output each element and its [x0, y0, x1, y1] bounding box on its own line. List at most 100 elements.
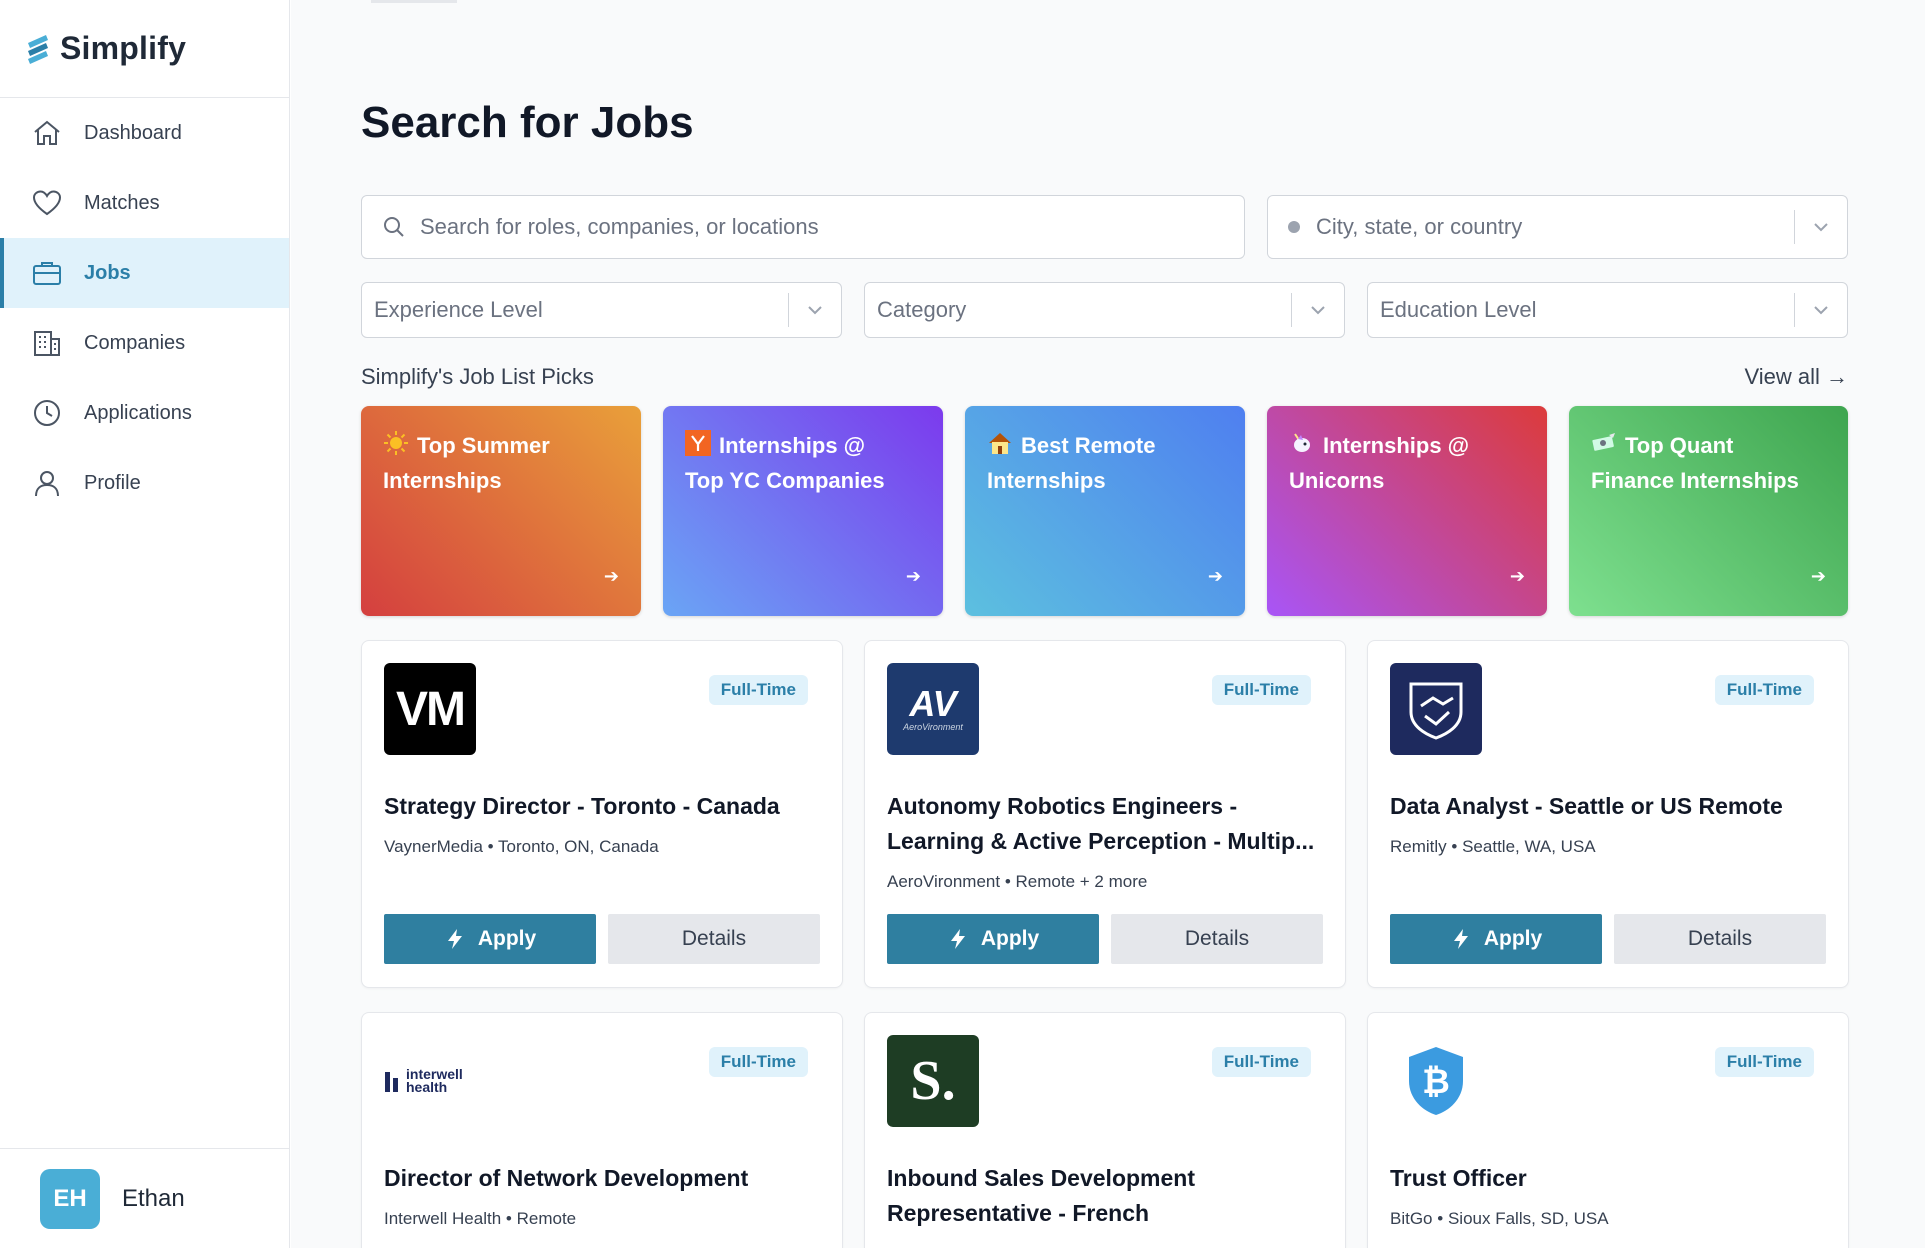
- unicorn-icon: [1289, 430, 1315, 456]
- clock-icon: [30, 396, 64, 430]
- aerovironment-logo: AV AeroVironment: [887, 663, 979, 755]
- employment-type-badge: Full-Time: [1211, 675, 1311, 705]
- pick-card-line1: Best Remote: [1021, 433, 1156, 458]
- details-button[interactable]: Details: [1111, 914, 1323, 964]
- sidebar-item-label: Profile: [84, 471, 141, 494]
- brand[interactable]: Simplify: [0, 0, 289, 98]
- apply-button[interactable]: Apply: [887, 914, 1099, 964]
- simplify-logo-icon: [28, 34, 48, 64]
- divider: [1794, 210, 1795, 244]
- sidebar-item-dashboard[interactable]: Dashboard: [0, 98, 289, 168]
- sidebar-item-applications[interactable]: Applications: [0, 378, 289, 448]
- job-meta: BitGo • Sioux Falls, SD, USA: [1390, 1209, 1609, 1229]
- remitly-logo: [1390, 663, 1482, 755]
- employment-type-badge: Full-Time: [1211, 1047, 1311, 1077]
- chevron-down-icon[interactable]: [1809, 215, 1833, 239]
- job-card[interactable]: S. Full-Time Inbound Sales Development R…: [864, 1012, 1346, 1248]
- building-icon: [30, 326, 64, 360]
- company-name: BitGo: [1390, 1209, 1433, 1228]
- apply-label: Apply: [980, 927, 1040, 950]
- top-tab-indicator: [371, 0, 457, 3]
- pick-card-unicorn-internships[interactable]: Internships @ Unicorns ➔: [1267, 406, 1547, 616]
- apply-label: Apply: [1483, 927, 1543, 950]
- pick-card-top-summer-internships[interactable]: Top Summer Internships ➔: [361, 406, 641, 616]
- job-title[interactable]: Data Analyst - Seattle or US Remote: [1390, 789, 1830, 824]
- company-name: AeroVironment: [887, 872, 1001, 891]
- home-icon: [30, 116, 64, 150]
- experience-level-select[interactable]: Experience Level: [361, 282, 842, 338]
- sidebar-item-jobs[interactable]: Jobs: [0, 238, 289, 308]
- meta-separator: •: [1437, 1209, 1448, 1228]
- sidebar-item-matches[interactable]: Matches: [0, 168, 289, 238]
- meta-separator: •: [505, 1209, 517, 1228]
- company-name: Remitly: [1390, 837, 1447, 856]
- briefcase-icon: [30, 256, 64, 290]
- job-title[interactable]: Trust Officer: [1390, 1161, 1830, 1196]
- apply-label: Apply: [477, 927, 537, 950]
- bitgo-logo: ₿: [1390, 1035, 1482, 1127]
- details-button[interactable]: Details: [608, 914, 820, 964]
- education-level-select[interactable]: Education Level: [1367, 282, 1848, 338]
- job-card[interactable]: AV AeroVironment Full-Time Autonomy Robo…: [864, 640, 1346, 988]
- logo-text: interwell health: [406, 1066, 463, 1095]
- location-field: [1267, 195, 1848, 259]
- svg-text:₿: ₿: [1422, 1062, 1450, 1102]
- vaynermedia-logo: VM: [384, 663, 476, 755]
- pick-card-line2: Internships: [383, 468, 502, 493]
- house-icon: [987, 430, 1013, 456]
- employment-type-badge: Full-Time: [708, 1047, 808, 1077]
- user-icon: [30, 466, 64, 500]
- job-card[interactable]: ₿ Full-Time Trust Officer BitGo • Sioux …: [1367, 1012, 1849, 1248]
- pick-card-yc-internships[interactable]: Internships @ Top YC Companies ➔: [663, 406, 943, 616]
- view-all-link[interactable]: View all →: [1744, 364, 1848, 390]
- job-title[interactable]: Director of Network Development: [384, 1161, 824, 1196]
- job-card[interactable]: VM Full-Time Strategy Director - Toronto…: [361, 640, 843, 988]
- category-select[interactable]: Category: [864, 282, 1345, 338]
- apply-button[interactable]: Apply: [1390, 914, 1602, 964]
- pick-card-line1: Internships @: [719, 433, 866, 458]
- pick-card-quant-internships[interactable]: Top Quant Finance Internships ➔: [1569, 406, 1848, 616]
- avatar: EH: [40, 1168, 100, 1229]
- pick-card-line2: Top YC Companies: [685, 468, 885, 493]
- details-button[interactable]: Details: [1614, 914, 1826, 964]
- chevron-down-icon: [803, 298, 827, 322]
- sidebar-item-companies[interactable]: Companies: [0, 308, 289, 378]
- job-location: Sioux Falls, SD, USA: [1447, 1209, 1609, 1228]
- job-meta: Remitly • Seattle, WA, USA: [1390, 837, 1596, 857]
- pick-card-line1: Internships @: [1323, 433, 1470, 458]
- sidebar-item-profile[interactable]: Profile: [0, 448, 289, 518]
- arrow-right-icon: ➔: [603, 566, 619, 586]
- job-meta: AeroVironment • Remote + 2 more: [887, 872, 1147, 892]
- apply-button[interactable]: Apply: [384, 914, 596, 964]
- company-name: Interwell Health: [384, 1209, 502, 1228]
- interwell-health-logo: interwell health: [384, 1035, 476, 1127]
- logo-text: VM: [396, 682, 466, 736]
- employment-type-badge: Full-Time: [1714, 675, 1814, 705]
- chevron-down-icon: [1809, 298, 1833, 322]
- job-title[interactable]: Strategy Director - Toronto - Canada: [384, 789, 824, 824]
- job-title[interactable]: Autonomy Robotics Engineers - Learning &…: [887, 789, 1327, 859]
- page-title: Search for Jobs: [361, 98, 694, 147]
- location-input[interactable]: [1316, 214, 1847, 240]
- pick-card-line1: Top Quant: [1625, 433, 1734, 458]
- job-card[interactable]: Full-Time Data Analyst - Seattle or US R…: [1367, 640, 1849, 988]
- job-meta: VaynerMedia • Toronto, ON, Canada: [384, 837, 659, 857]
- job-card[interactable]: interwell health Full-Time Director of N…: [361, 1012, 843, 1248]
- search-input[interactable]: [420, 214, 1244, 240]
- meta-separator: •: [1451, 837, 1463, 856]
- logo-subtext: AeroVironment: [903, 722, 963, 732]
- education-level-label: Education Level: [1380, 297, 1537, 322]
- remitly-shield-icon: [1409, 682, 1463, 740]
- pick-card-line2: Internships: [987, 468, 1106, 493]
- pick-card-line2: Unicorns: [1289, 468, 1385, 493]
- divider: [1794, 293, 1795, 327]
- bitgo-shield-icon: ₿: [1409, 1047, 1463, 1115]
- user-menu[interactable]: EH Ethan: [0, 1148, 290, 1248]
- pick-card-line2: Finance Internships: [1591, 468, 1799, 493]
- salesloft-logo: S.: [887, 1035, 979, 1127]
- logo-text: AV: [909, 683, 957, 724]
- interwell-mark-icon: [385, 1072, 398, 1092]
- job-title[interactable]: Inbound Sales Development Representative…: [887, 1161, 1327, 1231]
- pick-card-remote-internships[interactable]: Best Remote Internships ➔: [965, 406, 1245, 616]
- search-field: [361, 195, 1245, 259]
